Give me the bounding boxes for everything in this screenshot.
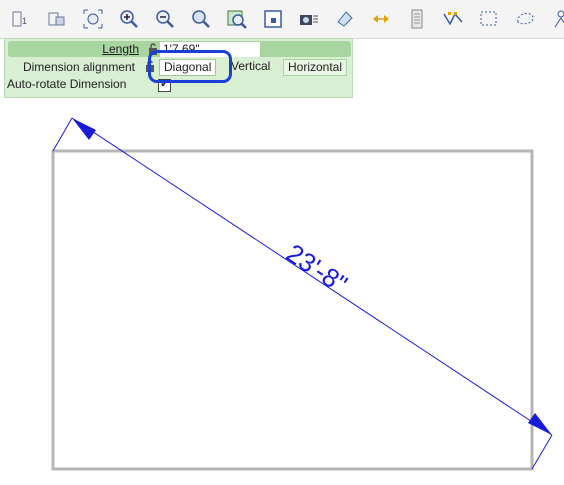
extension-line-end	[531, 434, 553, 470]
extension-line-start	[52, 117, 73, 152]
drawing-canvas[interactable]: 23'-8"	[0, 0, 564, 485]
dimension-arrow-start	[72, 118, 96, 140]
dimension-label[interactable]: 23'-8"	[281, 238, 353, 300]
rectangle-shape[interactable]	[51, 149, 534, 471]
